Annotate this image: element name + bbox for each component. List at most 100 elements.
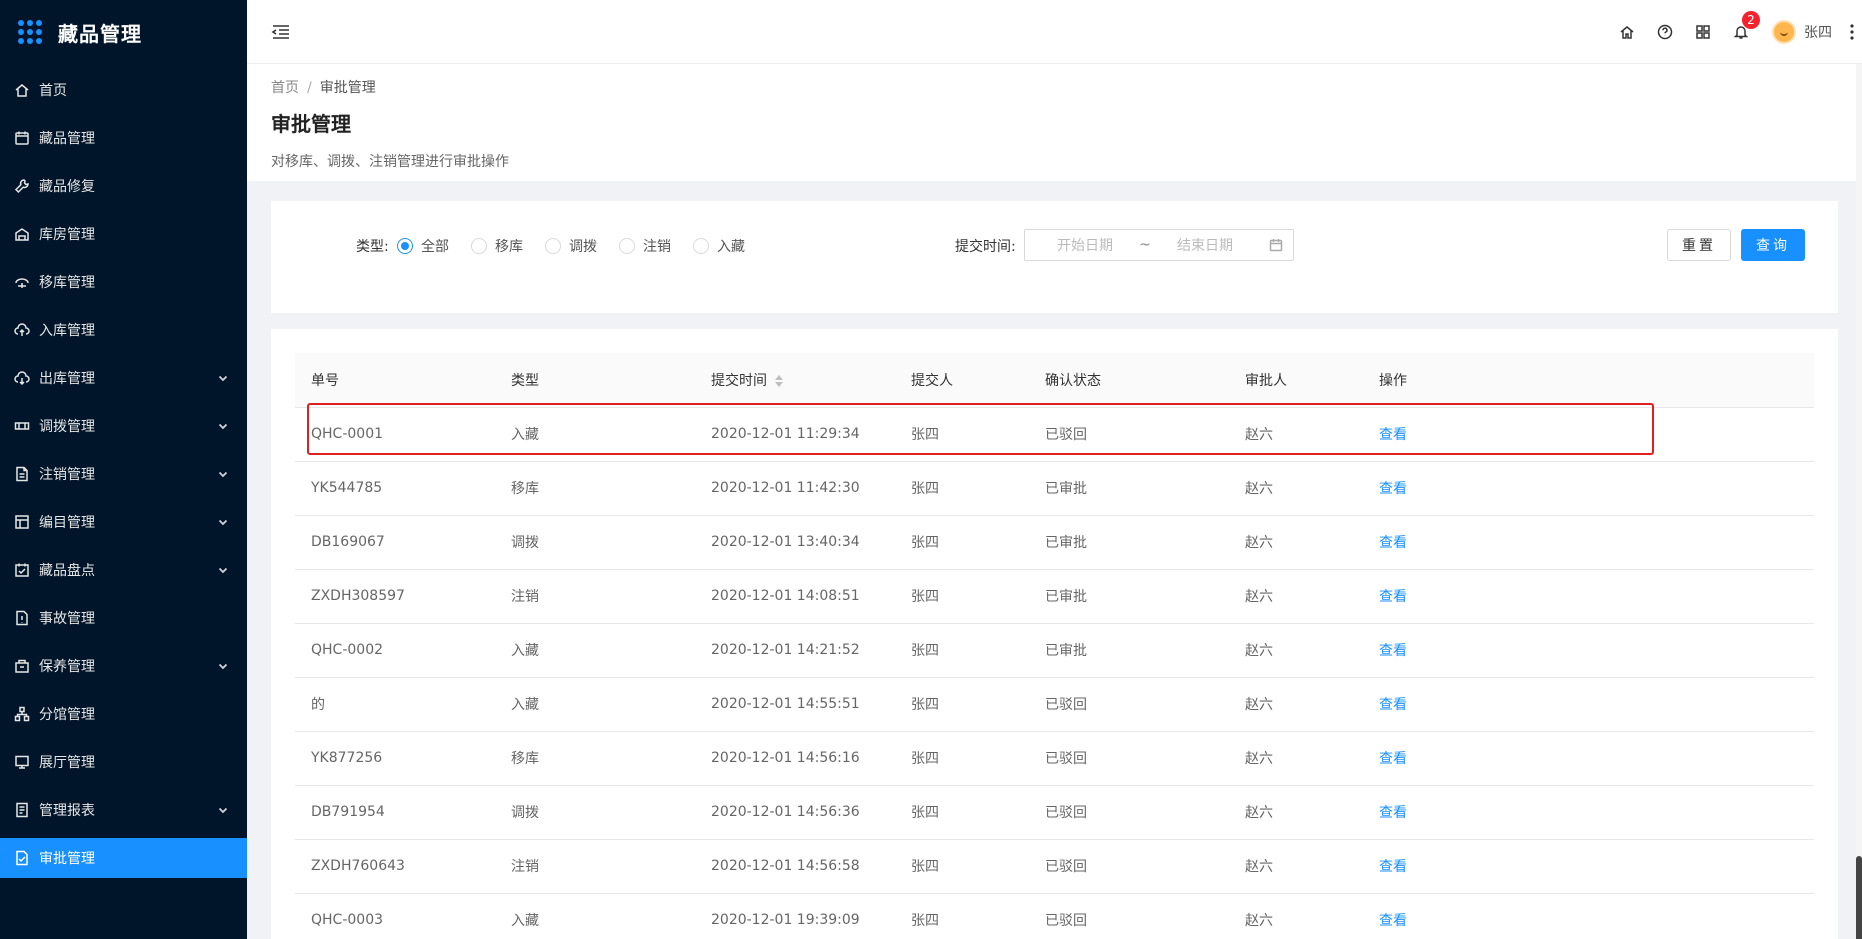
sidebar-item-2[interactable]: 藏品管理 [0, 118, 247, 158]
breadcrumb: 首页 / 审批管理 [271, 77, 1838, 97]
incident-icon [14, 610, 30, 626]
sort-icon[interactable] [775, 374, 783, 388]
view-link[interactable]: 查看 [1363, 515, 1814, 570]
sidebar-item-label: 审批管理 [39, 851, 95, 867]
cell-approver: 赵六 [1229, 569, 1363, 624]
reset-button[interactable]: 重置 [1667, 229, 1731, 261]
cell-approver: 赵六 [1229, 731, 1363, 786]
monitor-icon [14, 754, 30, 770]
type-radio-5[interactable]: 入藏 [693, 236, 745, 256]
view-link[interactable]: 查看 [1363, 677, 1814, 732]
sidebar-item-4[interactable]: 库房管理 [0, 214, 247, 254]
cell-approver: 赵六 [1229, 461, 1363, 516]
view-link[interactable]: 查看 [1363, 839, 1814, 894]
table-row: QHC-0003 入藏 2020-12-01 19:39:09 张四 已驳回 赵六 查看 [295, 893, 1814, 939]
chevron-down-icon [217, 468, 229, 480]
logo[interactable]: 藏品管理 [0, 0, 247, 64]
radio-circle[interactable] [545, 238, 561, 254]
bell-icon[interactable]: 2 [1722, 0, 1760, 64]
sidebar-item-16[interactable]: 管理报表 [0, 790, 247, 830]
user-menu[interactable]: 张四 [1760, 0, 1842, 64]
table-row: ZXDH308597 注销 2020-12-01 14:08:51 张四 已审批 赵六 查看 [295, 569, 1814, 624]
radio-circle[interactable] [471, 238, 487, 254]
scrollbar-thumb[interactable] [1856, 856, 1862, 939]
view-link[interactable]: 查看 [1363, 461, 1814, 516]
cell-type: 注销 [495, 569, 695, 624]
sidebar-item-7[interactable]: 出库管理 [0, 358, 247, 398]
view-link[interactable]: 查看 [1363, 893, 1814, 939]
column-header-label: 类型 [511, 372, 539, 389]
cell-status: 已驳回 [1029, 677, 1229, 732]
sidebar-item-label: 首页 [39, 83, 67, 99]
start-date-input[interactable]: 开始日期 [1035, 235, 1135, 255]
sidebar-item-label: 藏品管理 [39, 131, 95, 147]
view-link[interactable]: 查看 [1363, 731, 1814, 786]
sidebar-item-11[interactable]: 藏品盘点 [0, 550, 247, 590]
cell-type: 调拨 [495, 515, 695, 570]
end-date-input[interactable]: 结束日期 [1155, 235, 1255, 255]
sidebar-item-15[interactable]: 展厅管理 [0, 742, 247, 782]
sidebar-item-6[interactable]: 入库管理 [0, 310, 247, 350]
help-icon[interactable] [1646, 0, 1684, 64]
apps-icon[interactable] [1684, 0, 1722, 64]
cell-approver: 赵六 [1229, 785, 1363, 840]
column-header-4: 提交人 [895, 353, 1029, 408]
table-row: ZXDH760643 注销 2020-12-01 14:56:58 张四 已驳回 赵六 查看 [295, 839, 1814, 894]
column-header-3[interactable]: 提交时间 [695, 353, 895, 408]
column-header-6: 审批人 [1229, 353, 1363, 408]
app-title: 藏品管理 [58, 21, 142, 46]
page-scrollbar[interactable] [1856, 64, 1862, 939]
column-header-1: 单号 [295, 353, 495, 408]
radio-circle[interactable] [693, 238, 709, 254]
sidebar-item-13[interactable]: 保养管理 [0, 646, 247, 686]
table-row: YK877256 移库 2020-12-01 14:56:16 张四 已驳回 赵六 查看 [295, 731, 1814, 786]
breadcrumb-home[interactable]: 首页 [271, 80, 299, 96]
cell-id: DB791954 [295, 785, 495, 840]
sidebar-item-8[interactable]: 调拨管理 [0, 406, 247, 446]
sidebar-item-3[interactable]: 藏品修复 [0, 166, 247, 206]
chevron-down-icon [217, 804, 229, 816]
sidebar-item-14[interactable]: 分馆管理 [0, 694, 247, 734]
view-link[interactable]: 查看 [1363, 569, 1814, 624]
branch-icon [14, 706, 30, 722]
more-vertical-icon[interactable] [1842, 0, 1862, 64]
sidebar-item-label: 展厅管理 [39, 755, 95, 771]
type-radio-2[interactable]: 移库 [471, 236, 523, 256]
avatar [1772, 20, 1796, 44]
sidebar-item-17[interactable]: 审批管理 [0, 838, 247, 878]
page-description: 对移库、调拨、注销管理进行审批操作 [271, 154, 509, 170]
column-header-label: 审批人 [1245, 372, 1287, 389]
cell-status: 已审批 [1029, 569, 1229, 624]
type-radio-4[interactable]: 注销 [619, 236, 671, 256]
wrench-icon [14, 178, 30, 194]
view-link[interactable]: 查看 [1363, 785, 1814, 840]
column-header-label: 提交时间 [711, 372, 767, 389]
range-separator: ~ [1139, 237, 1151, 253]
cell-submitter: 张四 [895, 623, 1029, 678]
home-icon[interactable] [1608, 0, 1646, 64]
view-link[interactable]: 查看 [1363, 407, 1814, 462]
time-label: 提交时间: [955, 239, 1016, 255]
radio-circle[interactable] [397, 238, 413, 254]
transfer-icon [14, 274, 30, 290]
cell-type: 移库 [495, 461, 695, 516]
type-radio-1[interactable]: 全部 [397, 236, 449, 256]
query-button[interactable]: 查询 [1741, 229, 1805, 261]
sidebar-menu: 首页藏品管理藏品修复库房管理移库管理入库管理出库管理调拨管理注销管理编目管理藏品… [0, 70, 247, 878]
table-row: 的入藏 2020-12-01 14:55:51 张四 已驳回 赵六 查看 [295, 677, 1814, 732]
cell-time: 2020-12-01 14:21:52 [695, 623, 895, 678]
approval-icon [14, 850, 30, 866]
radio-circle[interactable] [619, 238, 635, 254]
sidebar-item-1[interactable]: 首页 [0, 70, 247, 110]
sidebar-item-9[interactable]: 注销管理 [0, 454, 247, 494]
type-radio-3[interactable]: 调拨 [545, 236, 597, 256]
sidebar-item-5[interactable]: 移库管理 [0, 262, 247, 302]
calendar-icon[interactable] [1269, 238, 1283, 252]
view-link[interactable]: 查看 [1363, 623, 1814, 678]
date-range-picker[interactable]: 开始日期 ~ 结束日期 [1024, 229, 1294, 261]
sidebar-item-12[interactable]: 事故管理 [0, 598, 247, 638]
menu-fold-icon[interactable] [271, 22, 291, 42]
sidebar-item-10[interactable]: 编目管理 [0, 502, 247, 542]
sidebar-item-label: 分馆管理 [39, 707, 95, 723]
cell-status: 已审批 [1029, 515, 1229, 570]
